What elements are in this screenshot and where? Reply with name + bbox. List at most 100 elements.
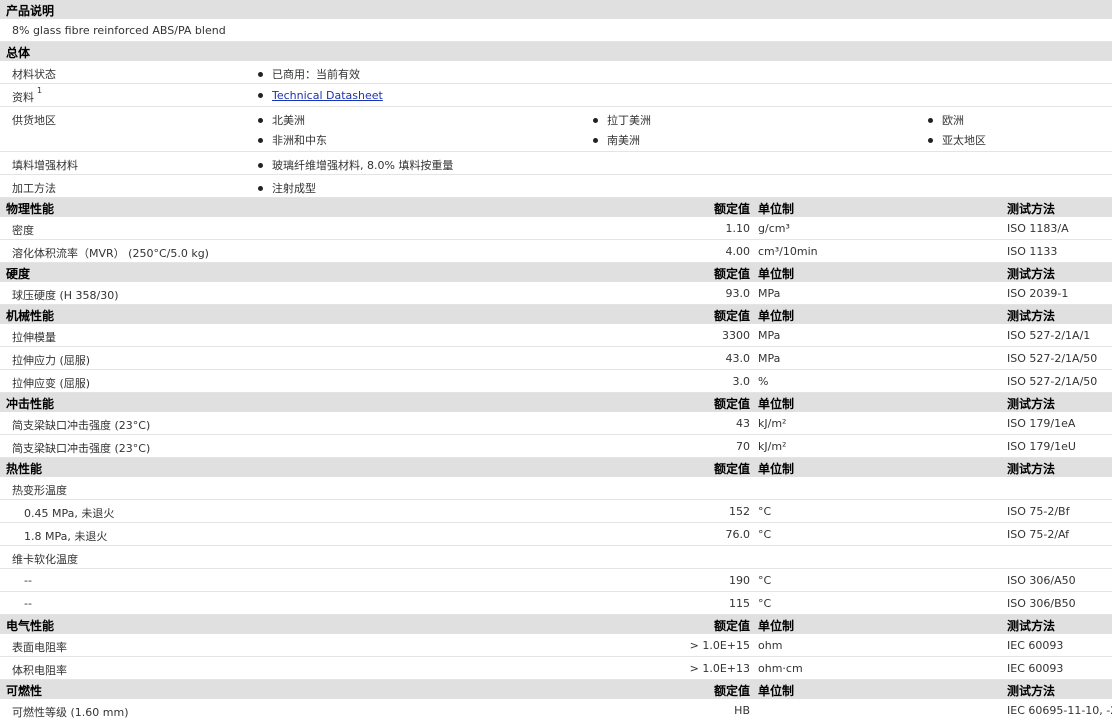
property-row: -- 190 °C ISO 306/A50 — [0, 569, 1112, 592]
property-unit: MPa — [758, 287, 781, 300]
property-value: 3300 — [722, 329, 750, 342]
property-unit: ohm·cm — [758, 662, 803, 675]
test-method: ISO 306/B50 — [1007, 597, 1076, 610]
property-unit: °C — [758, 528, 772, 541]
property-group-row: 热变形温度 — [0, 477, 1112, 500]
test-method: IEC 60093 — [1007, 662, 1064, 675]
property-row: 0.45 MPa, 未退火 152 °C ISO 75-2/Bf — [0, 500, 1112, 523]
property-row: 密度 1.10 g/cm³ ISO 1183/A — [0, 217, 1112, 240]
region-item: 欧洲 — [928, 112, 964, 128]
property-label: 球压硬度 (H 358/30) — [12, 289, 119, 302]
column-header-value: 额定值 — [713, 309, 750, 323]
bullet-icon — [928, 137, 933, 143]
column-header-method: 测试方法 — [1007, 462, 1056, 476]
property-row: 拉伸应变 (屈服) 3.0 % ISO 527-2/1A/50 — [0, 370, 1112, 393]
property-label: 可燃性等级 (1.60 mm) — [12, 706, 129, 719]
property-value: 152 — [729, 505, 750, 518]
section-title: 总体 — [6, 46, 31, 60]
property-row: 球压硬度 (H 358/30) 93.0 MPa ISO 2039-1 — [0, 282, 1112, 305]
property-row: 表面电阻率 > 1.0E+15 ohm IEC 60093 — [0, 634, 1112, 657]
column-header-method: 测试方法 — [1007, 684, 1056, 698]
property-value: 93.0 — [725, 287, 751, 300]
property-group-label: 热变形温度 — [12, 484, 67, 497]
section-title: 物理性能 — [6, 202, 55, 216]
test-method: ISO 2039-1 — [1007, 287, 1069, 300]
property-value: > 1.0E+13 — [689, 662, 750, 675]
bullet-item: 已商用：当前有效 — [258, 66, 360, 82]
property-unit: MPa — [758, 329, 781, 342]
section-header-thermal: 热性能 额定值 单位制 测试方法 — [0, 458, 1112, 477]
property-value: 115 — [729, 597, 750, 610]
description-row: 8% glass fibre reinforced ABS/PA blend — [0, 19, 1112, 42]
test-method: ISO 179/1eU — [1007, 440, 1076, 453]
test-method: IEC 60695-11-10, -20 — [1007, 704, 1112, 717]
bullet-icon — [928, 117, 933, 123]
test-method: ISO 75-2/Af — [1007, 528, 1070, 541]
property-label: 拉伸模量 — [12, 331, 56, 344]
region-item: 北美洲 — [258, 112, 305, 128]
column-header-value: 额定值 — [713, 267, 750, 281]
property-unit: kJ/m² — [758, 440, 787, 453]
property-label: 表面电阻率 — [12, 641, 67, 654]
property-unit: °C — [758, 505, 772, 518]
column-header-unit: 单位制 — [758, 267, 795, 281]
footnote-marker: 1 — [37, 86, 43, 95]
property-row: 体积电阻率 > 1.0E+13 ohm·cm IEC 60093 — [0, 657, 1112, 680]
column-header-unit: 单位制 — [758, 397, 795, 411]
bullet-icon — [258, 185, 263, 191]
property-value: HB — [734, 704, 750, 717]
description-text: 8% glass fibre reinforced ABS/PA blend — [12, 24, 226, 37]
bullet-icon — [593, 137, 598, 143]
property-row: 可燃性等级 (1.60 mm) HB IEC 60695-11-10, -20 — [0, 699, 1112, 721]
property-label: 简支梁缺口冲击强度 (23°C) — [12, 442, 151, 455]
property-label: 体积电阻率 — [12, 664, 67, 677]
property-row: 拉伸模量 3300 MPa ISO 527-2/1A/1 — [0, 324, 1112, 347]
test-method: IEC 60093 — [1007, 639, 1064, 652]
test-method: ISO 527-2/1A/50 — [1007, 352, 1098, 365]
bullet-icon — [258, 71, 263, 77]
column-header-method: 测试方法 — [1007, 309, 1056, 323]
column-header-unit: 单位制 — [758, 202, 795, 216]
region-item: 拉丁美洲 — [593, 112, 651, 128]
property-row: 简支梁缺口冲击强度 (23°C) 70 kJ/m² ISO 179/1eU — [0, 435, 1112, 458]
section-header-electrical: 电气性能 额定值 单位制 测试方法 — [0, 615, 1112, 634]
documents-row: 资料1 Technical Datasheet — [0, 84, 1112, 107]
section-title: 电气性能 — [6, 619, 55, 633]
column-header-unit: 单位制 — [758, 462, 795, 476]
property-row: 简支梁缺口冲击强度 (23°C) 43 kJ/m² ISO 179/1eA — [0, 412, 1112, 435]
bullet-icon — [258, 117, 263, 123]
property-label: 填料增强材料 — [12, 159, 78, 172]
region-item: 亚太地区 — [928, 132, 986, 148]
property-group-label: 维卡软化温度 — [12, 553, 78, 566]
test-method: ISO 1183/A — [1007, 222, 1069, 235]
section-title: 可燃性 — [6, 684, 43, 698]
property-unit: ohm — [758, 639, 783, 652]
technical-datasheet-link[interactable]: Technical Datasheet — [272, 89, 383, 102]
property-label: 拉伸应变 (屈服) — [12, 377, 91, 390]
property-value: 190 — [729, 574, 750, 587]
bullet-item: 玻璃纤维增强材料, 8.0% 填料按重量 — [258, 157, 453, 173]
bullet-icon — [258, 162, 263, 168]
property-unit: MPa — [758, 352, 781, 365]
column-header-method: 测试方法 — [1007, 202, 1056, 216]
column-header-method: 测试方法 — [1007, 267, 1056, 281]
region-item: 非洲和中东 — [258, 132, 327, 148]
property-label: 简支梁缺口冲击强度 (23°C) — [12, 419, 151, 432]
property-label: -- — [24, 574, 32, 587]
property-value: 76.0 — [725, 528, 751, 541]
property-label: 1.8 MPa, 未退火 — [24, 530, 108, 543]
column-header-value: 额定值 — [713, 619, 750, 633]
section-title: 硬度 — [6, 267, 31, 281]
column-header-value: 额定值 — [713, 462, 750, 476]
bullet-icon — [258, 137, 263, 143]
property-label: -- — [24, 597, 32, 610]
section-header-description: 产品说明 — [0, 0, 1112, 19]
section-title: 机械性能 — [6, 309, 55, 323]
property-row: 1.8 MPa, 未退火 76.0 °C ISO 75-2/Af — [0, 523, 1112, 546]
section-title: 冲击性能 — [6, 397, 55, 411]
property-unit: kJ/m² — [758, 417, 787, 430]
bullet-item: Technical Datasheet — [258, 89, 383, 102]
property-row: 拉伸应力 (屈服) 43.0 MPa ISO 527-2/1A/50 — [0, 347, 1112, 370]
section-header-impact: 冲击性能 额定值 单位制 测试方法 — [0, 393, 1112, 412]
section-title: 热性能 — [6, 462, 43, 476]
